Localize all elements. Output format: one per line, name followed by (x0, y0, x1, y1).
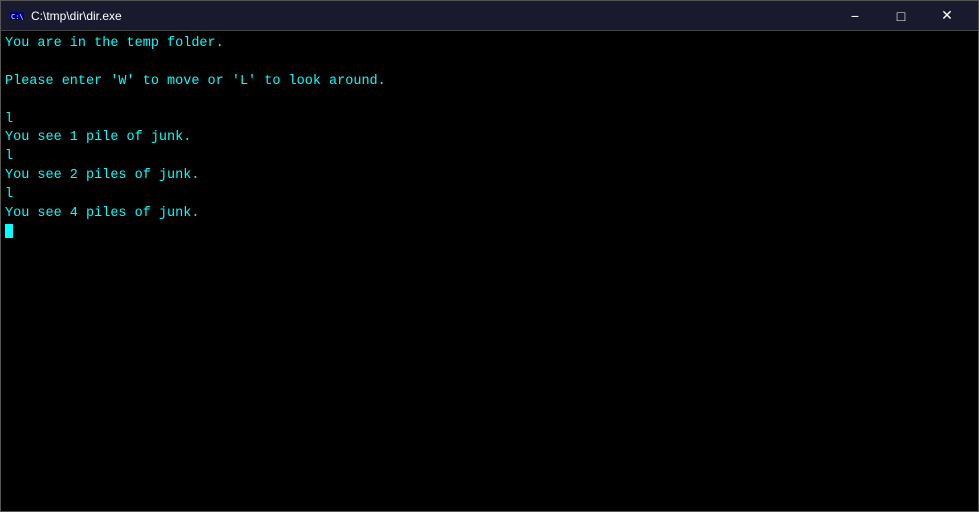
terminal-window: C:\ C:\tmp\dir\dir.exe − □ ✕ You are in … (0, 0, 979, 512)
cursor (5, 224, 13, 238)
cmd-icon: C:\ (9, 8, 25, 24)
window-controls: − □ ✕ (832, 1, 970, 31)
svg-text:C:\: C:\ (11, 13, 24, 21)
window-title: C:\tmp\dir\dir.exe (31, 9, 122, 23)
title-bar-left: C:\ C:\tmp\dir\dir.exe (9, 8, 122, 24)
maximize-button[interactable]: □ (878, 1, 924, 31)
console-area[interactable]: You are in the temp folder. Please enter… (1, 31, 978, 511)
title-bar: C:\ C:\tmp\dir\dir.exe − □ ✕ (1, 1, 978, 31)
console-input-line (5, 224, 974, 238)
console-output: You are in the temp folder. Please enter… (5, 35, 974, 224)
minimize-button[interactable]: − (832, 1, 878, 31)
close-button[interactable]: ✕ (924, 1, 970, 31)
